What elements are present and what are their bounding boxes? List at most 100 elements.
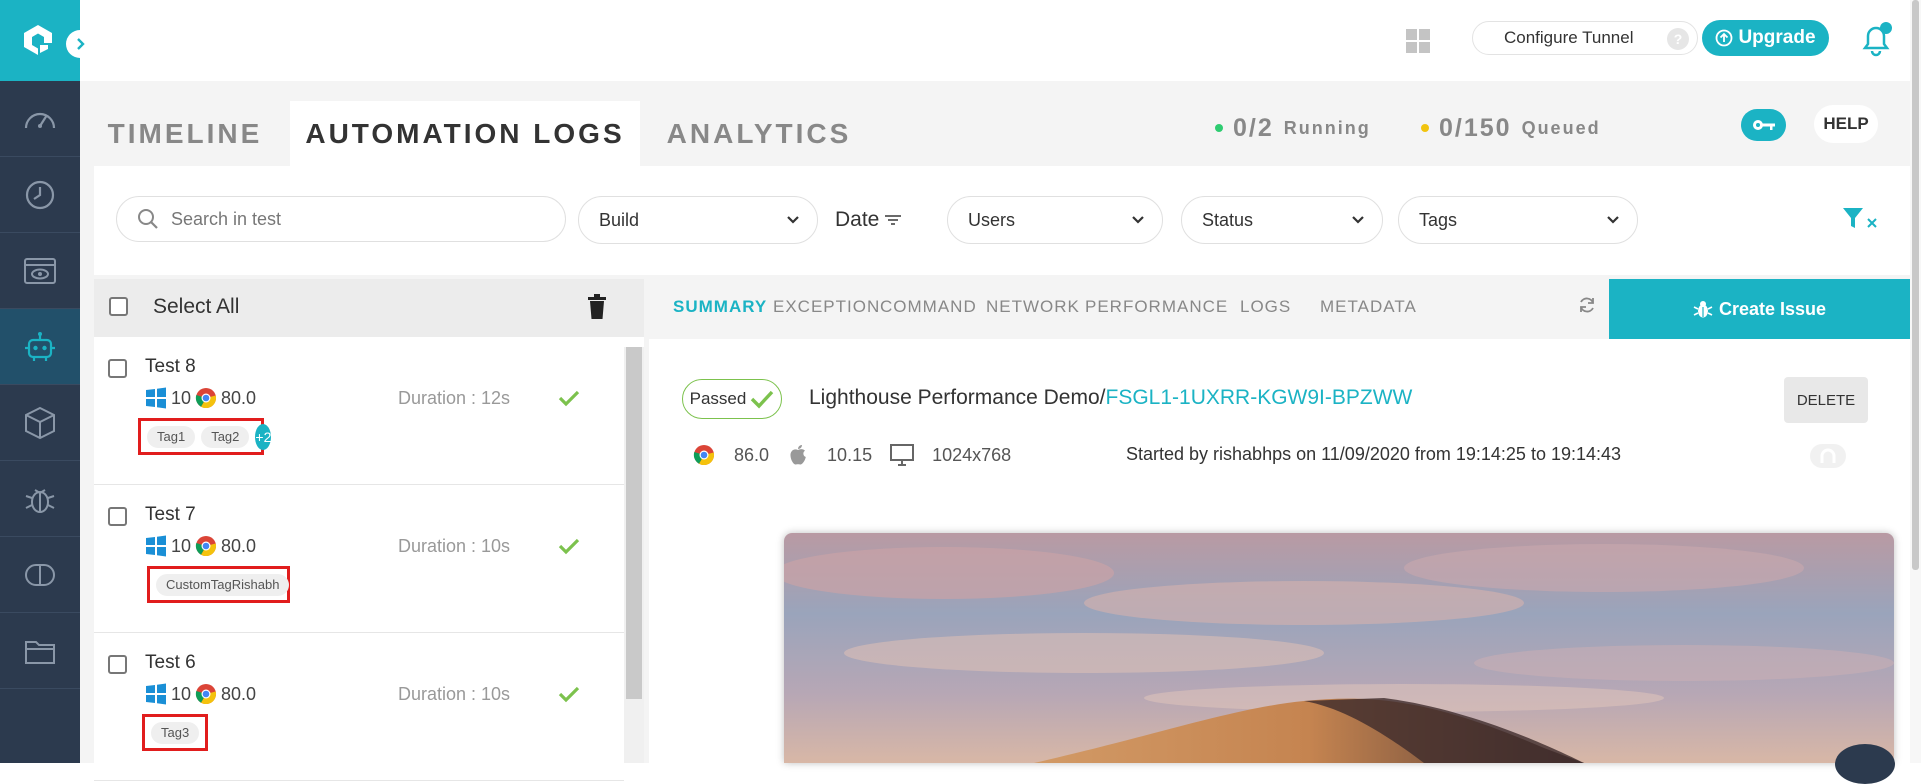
chrome-icon: [693, 445, 715, 466]
access-key-button[interactable]: [1741, 109, 1786, 141]
page-scrollbar-thumb[interactable]: [1912, 0, 1919, 570]
chevron-down-icon: [787, 216, 799, 224]
chrome-icon: [195, 536, 217, 557]
select-all-checkbox[interactable]: [109, 297, 128, 316]
nav-visual[interactable]: [0, 233, 80, 309]
tags-dropdown[interactable]: Tags: [1398, 196, 1638, 244]
clear-filter-icon[interactable]: [1841, 204, 1881, 234]
test-checkbox[interactable]: [108, 359, 127, 378]
main-content: TIMELINE AUTOMATION LOGS ANALYTICS 0/2 R…: [80, 81, 1910, 781]
bell-icon[interactable]: [1857, 20, 1895, 58]
box-icon: [25, 406, 55, 439]
browser-version: 80.0: [221, 387, 257, 408]
tab-command[interactable]: COMMAND: [880, 297, 977, 317]
tab-metadata[interactable]: METADATA: [1320, 297, 1417, 317]
key-icon: [1752, 120, 1775, 130]
nav-realtime[interactable]: [0, 157, 80, 233]
list-item[interactable]: Test 6 10 80.0 Duration : 10s Tag3: [94, 633, 624, 781]
test-meta: 86.0 10.15 1024x768: [693, 444, 1011, 466]
more-tags-badge[interactable]: +2: [255, 423, 272, 450]
tag-chip[interactable]: CustomTagRishabh: [156, 573, 290, 596]
browser-version: 86.0: [734, 444, 770, 465]
check-icon: [558, 538, 580, 555]
queued-dot-icon: [1421, 124, 1429, 132]
status-dropdown[interactable]: Status: [1181, 196, 1383, 244]
trash-icon[interactable]: [586, 294, 608, 320]
upgrade-label: Upgrade: [1738, 27, 1816, 48]
search-icon: [138, 209, 158, 229]
apps-grid-icon[interactable]: [1405, 28, 1431, 54]
nav-automation[interactable]: [0, 309, 80, 385]
nav-dashboard[interactable]: [0, 81, 80, 157]
magnet-icon: [1820, 448, 1836, 463]
started-info: Started by rishabhps on 11/09/2020 from …: [1126, 444, 1622, 464]
date-filter[interactable]: Date: [835, 196, 903, 244]
expand-nav-button[interactable]: [66, 30, 94, 58]
browser-version: 80.0: [221, 535, 257, 556]
build-dropdown[interactable]: Build: [578, 196, 818, 244]
help-circle-icon[interactable]: ?: [1667, 28, 1689, 50]
test-name: Test 8: [145, 356, 196, 377]
chrome-icon: [195, 388, 217, 409]
nav-integrations[interactable]: [0, 537, 80, 613]
tags-group: Tag1 Tag2 +2: [138, 418, 272, 455]
nav-builds[interactable]: [0, 385, 80, 461]
configure-tunnel-button[interactable]: Configure Tunnel ?: [1472, 21, 1698, 55]
test-id-link[interactable]: FSGL1-1UXRR-KGW9I-BPZWW: [1106, 386, 1413, 409]
chat-widget-button[interactable]: [1835, 744, 1895, 784]
tag-chip[interactable]: Tag2: [201, 425, 250, 448]
build-name[interactable]: Lighthouse Performance Demo/: [809, 386, 1106, 409]
os-version: 10: [171, 535, 192, 556]
users-dropdown[interactable]: Users: [947, 196, 1163, 244]
tab-logs[interactable]: LOGS: [1240, 297, 1291, 317]
toggle-switch[interactable]: [1810, 444, 1846, 468]
queued-label: Queued: [1521, 117, 1601, 138]
tag-chip[interactable]: Tag1: [147, 425, 196, 448]
queued-stat: 0/150 Queued: [1421, 111, 1601, 145]
build-title: Lighthouse Performance Demo/FSGL1-1UXRR-…: [809, 386, 1412, 410]
list-scrollbar-thumb[interactable]: [626, 347, 642, 699]
apple-icon: [790, 445, 806, 465]
status-dropdown-label: Status: [1202, 209, 1254, 230]
nav-files[interactable]: [0, 613, 80, 689]
create-issue-button[interactable]: Create Issue: [1609, 279, 1910, 339]
running-stat: 0/2 Running: [1215, 111, 1371, 145]
delete-button[interactable]: DELETE: [1784, 377, 1868, 423]
list-item[interactable]: Test 7 10 80.0 Duration : 10s CustomTagR…: [94, 485, 624, 633]
running-count: 0/2: [1233, 113, 1274, 142]
test-duration: Duration : 10s: [398, 536, 511, 556]
create-issue-label: Create Issue: [1718, 298, 1827, 319]
test-checkbox[interactable]: [108, 655, 127, 674]
tag-chip[interactable]: Tag3: [151, 721, 200, 744]
search-box[interactable]: [116, 196, 566, 242]
clock-icon: [25, 180, 55, 209]
lambdatest-logo-icon: [24, 25, 52, 55]
refresh-icon[interactable]: [1578, 296, 1596, 314]
test-checkbox[interactable]: [108, 507, 127, 526]
status-label: Passed: [689, 389, 747, 408]
test-name: Test 7: [145, 504, 196, 525]
list-item[interactable]: Test 8 10 80.0 Duration : 12s Tag1 Tag2 …: [94, 337, 624, 485]
tab-exception[interactable]: EXCEPTION: [773, 297, 880, 317]
detail-tabs: SUMMARY EXCEPTION COMMAND NETWORK PERFOR…: [649, 279, 1910, 339]
windows-icon: [146, 683, 166, 705]
tab-summary[interactable]: SUMMARY: [673, 297, 767, 317]
search-input[interactable]: [171, 208, 551, 230]
tab-timeline[interactable]: TIMELINE: [94, 101, 276, 166]
test-detail-panel: SUMMARY EXCEPTION COMMAND NETWORK PERFOR…: [649, 279, 1910, 763]
test-duration: Duration : 12s: [398, 388, 511, 408]
test-duration: Duration : 10s: [398, 684, 511, 704]
help-button[interactable]: HELP: [1814, 105, 1878, 143]
tab-automation-logs[interactable]: AUTOMATION LOGS: [290, 101, 640, 166]
test-name: Test 6: [145, 652, 196, 673]
chevron-down-icon: [1352, 216, 1364, 224]
nav-issues[interactable]: [0, 461, 80, 537]
list-header: Select All: [94, 279, 644, 337]
tab-performance[interactable]: PERFORMANCE: [1085, 297, 1228, 317]
select-all-label: Select All: [153, 295, 240, 318]
upgrade-button[interactable]: Upgrade: [1702, 20, 1829, 56]
tab-analytics[interactable]: ANALYTICS: [650, 101, 868, 166]
tab-network[interactable]: NETWORK: [986, 297, 1080, 317]
test-screenshot[interactable]: [784, 533, 1894, 763]
chevron-right-icon: [77, 38, 85, 50]
